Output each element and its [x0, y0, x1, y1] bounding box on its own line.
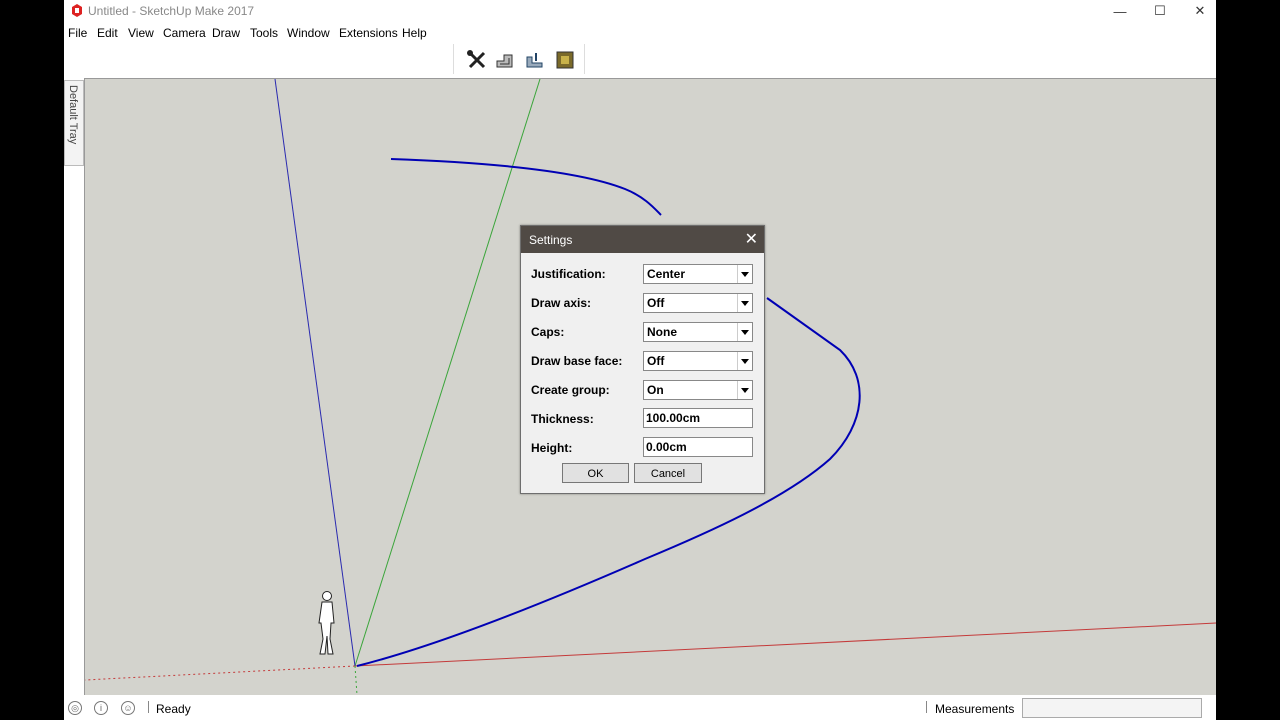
- justification-label: Justification:: [531, 267, 606, 281]
- extension-toolbar: [453, 44, 585, 74]
- status-text: Ready: [156, 702, 191, 716]
- wall-tool-icon[interactable]: [494, 49, 516, 71]
- draw-base-face-value: Off: [647, 354, 665, 368]
- dialog-title: Settings: [529, 233, 573, 247]
- menu-draw[interactable]: Draw: [212, 26, 240, 40]
- chevron-down-icon[interactable]: [737, 323, 752, 341]
- wall-path-top: [390, 158, 662, 216]
- menu-camera[interactable]: Camera: [163, 26, 206, 40]
- menu-file[interactable]: File: [68, 26, 87, 40]
- blue-axis-line: [274, 79, 356, 667]
- justification-select[interactable]: Center: [643, 264, 753, 284]
- ok-button[interactable]: OK: [562, 463, 629, 483]
- dialog-title-bar[interactable]: Settings ✕: [521, 226, 764, 253]
- tray-label: Default Tray: [67, 85, 79, 145]
- menu-window[interactable]: Window: [287, 26, 330, 40]
- draw-axis-value: Off: [647, 296, 665, 310]
- draw-base-face-select[interactable]: Off: [643, 351, 753, 371]
- menu-edit[interactable]: Edit: [97, 26, 118, 40]
- wall-tool-alt-icon[interactable]: [524, 49, 546, 71]
- menu-help[interactable]: Help: [402, 26, 427, 40]
- create-group-select[interactable]: On: [643, 380, 753, 400]
- status-separator: [926, 701, 927, 713]
- caps-label: Caps:: [531, 325, 565, 339]
- geo-location-icon[interactable]: ◎: [68, 701, 82, 715]
- create-group-value: On: [647, 383, 664, 397]
- red-axis-negative: [85, 665, 356, 681]
- draw-axis-select[interactable]: Off: [643, 293, 753, 313]
- window-title: Untitled - SketchUp Make 2017: [88, 4, 255, 18]
- settings-dialog: Settings ✕ Justification: Center Draw ax…: [520, 225, 765, 494]
- thickness-input[interactable]: [643, 408, 753, 428]
- status-bar: ◎ i ☺ Ready Measurements: [64, 696, 1216, 720]
- status-separator: [148, 701, 149, 713]
- minimize-button[interactable]: —: [1100, 0, 1140, 22]
- close-window-button[interactable]: ✕: [1180, 0, 1216, 22]
- green-axis-negative: [354, 665, 358, 695]
- draw-base-face-label: Draw base face:: [531, 354, 623, 368]
- caps-select[interactable]: None: [643, 322, 753, 342]
- menu-bar: File Edit View Camera Draw Tools Window …: [64, 24, 1216, 42]
- menu-view[interactable]: View: [128, 26, 154, 40]
- measurements-label: Measurements: [935, 702, 1015, 716]
- person-figure: [318, 591, 335, 655]
- picture-frame-icon[interactable]: [554, 49, 576, 71]
- caps-value: None: [647, 325, 677, 339]
- sketchup-logo-icon: [72, 4, 82, 17]
- red-axis-line: [354, 622, 1216, 667]
- wrench-screwdriver-icon[interactable]: [466, 49, 488, 71]
- chevron-down-icon[interactable]: [737, 265, 752, 283]
- measurements-input[interactable]: [1022, 698, 1202, 718]
- menu-extensions[interactable]: Extensions: [339, 26, 398, 40]
- close-icon[interactable]: ✕: [745, 229, 758, 249]
- user-account-icon[interactable]: ☺: [121, 701, 135, 715]
- chevron-down-icon[interactable]: [737, 294, 752, 312]
- credits-icon[interactable]: i: [94, 701, 108, 715]
- chevron-down-icon[interactable]: [737, 352, 752, 370]
- title-bar: Untitled - SketchUp Make 2017 — ☐ ✕: [64, 0, 1216, 22]
- create-group-label: Create group:: [531, 383, 610, 397]
- draw-axis-label: Draw axis:: [531, 296, 592, 310]
- justification-value: Center: [647, 267, 686, 281]
- default-tray-tab[interactable]: Default Tray: [64, 80, 84, 166]
- menu-tools[interactable]: Tools: [250, 26, 278, 40]
- height-label: Height:: [531, 441, 573, 455]
- maximize-button[interactable]: ☐: [1140, 0, 1180, 22]
- height-input[interactable]: [643, 437, 753, 457]
- thickness-label: Thickness:: [531, 412, 594, 426]
- chevron-down-icon[interactable]: [737, 381, 752, 399]
- cancel-button[interactable]: Cancel: [634, 463, 702, 483]
